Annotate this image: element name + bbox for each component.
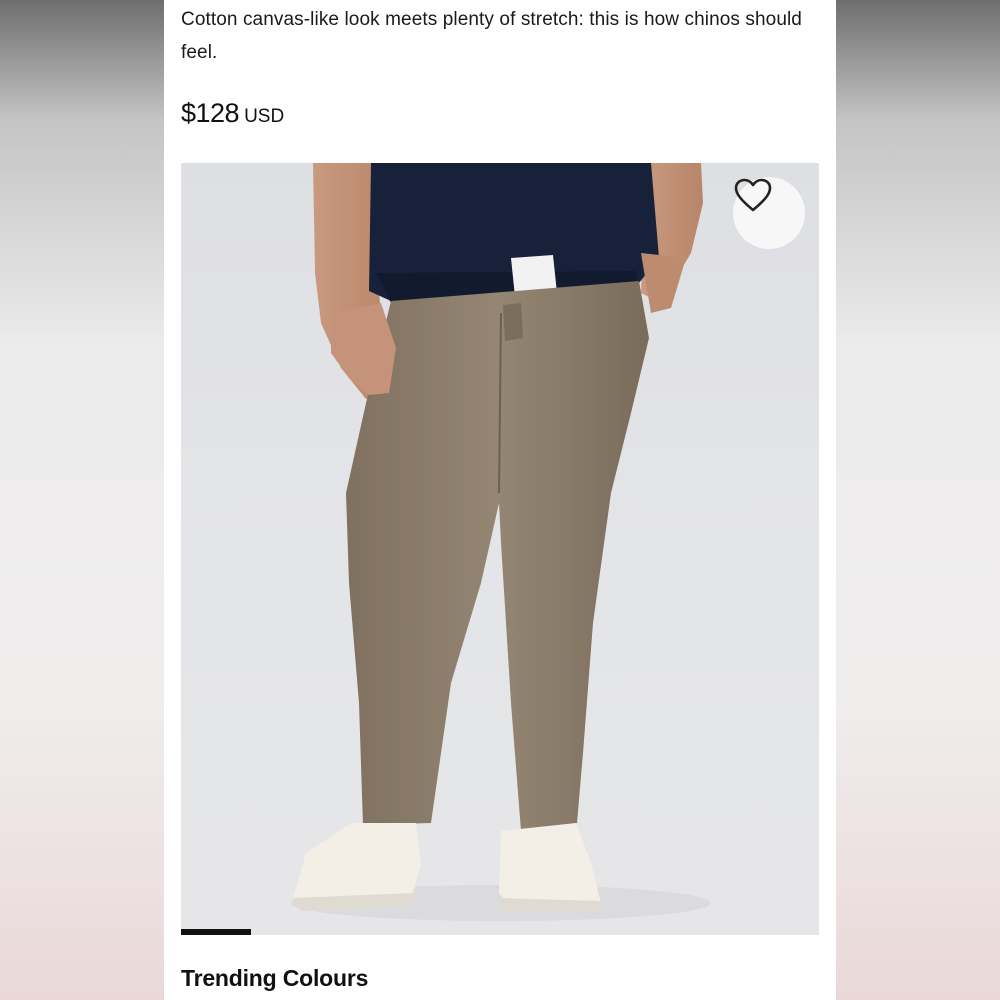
blurred-backdrop-left bbox=[0, 0, 164, 1000]
price-amount: $128 bbox=[181, 98, 240, 128]
product-image[interactable] bbox=[181, 163, 819, 935]
product-detail-panel: Cotton canvas-like look meets plenty of … bbox=[164, 0, 836, 1000]
model-wearing-chinos-illustration bbox=[291, 163, 711, 921]
wishlist-button[interactable] bbox=[733, 177, 805, 249]
product-price: $128 USD bbox=[181, 98, 284, 129]
blurred-backdrop-right bbox=[836, 0, 1000, 1000]
price-currency: USD bbox=[244, 106, 285, 127]
trending-colours-heading: Trending Colours bbox=[181, 965, 369, 991]
heart-outline-icon bbox=[734, 178, 772, 212]
image-carousel-indicator[interactable] bbox=[181, 929, 819, 935]
product-description: Cotton canvas-like look meets plenty of … bbox=[181, 9, 802, 63]
carousel-active-segment bbox=[181, 929, 251, 935]
